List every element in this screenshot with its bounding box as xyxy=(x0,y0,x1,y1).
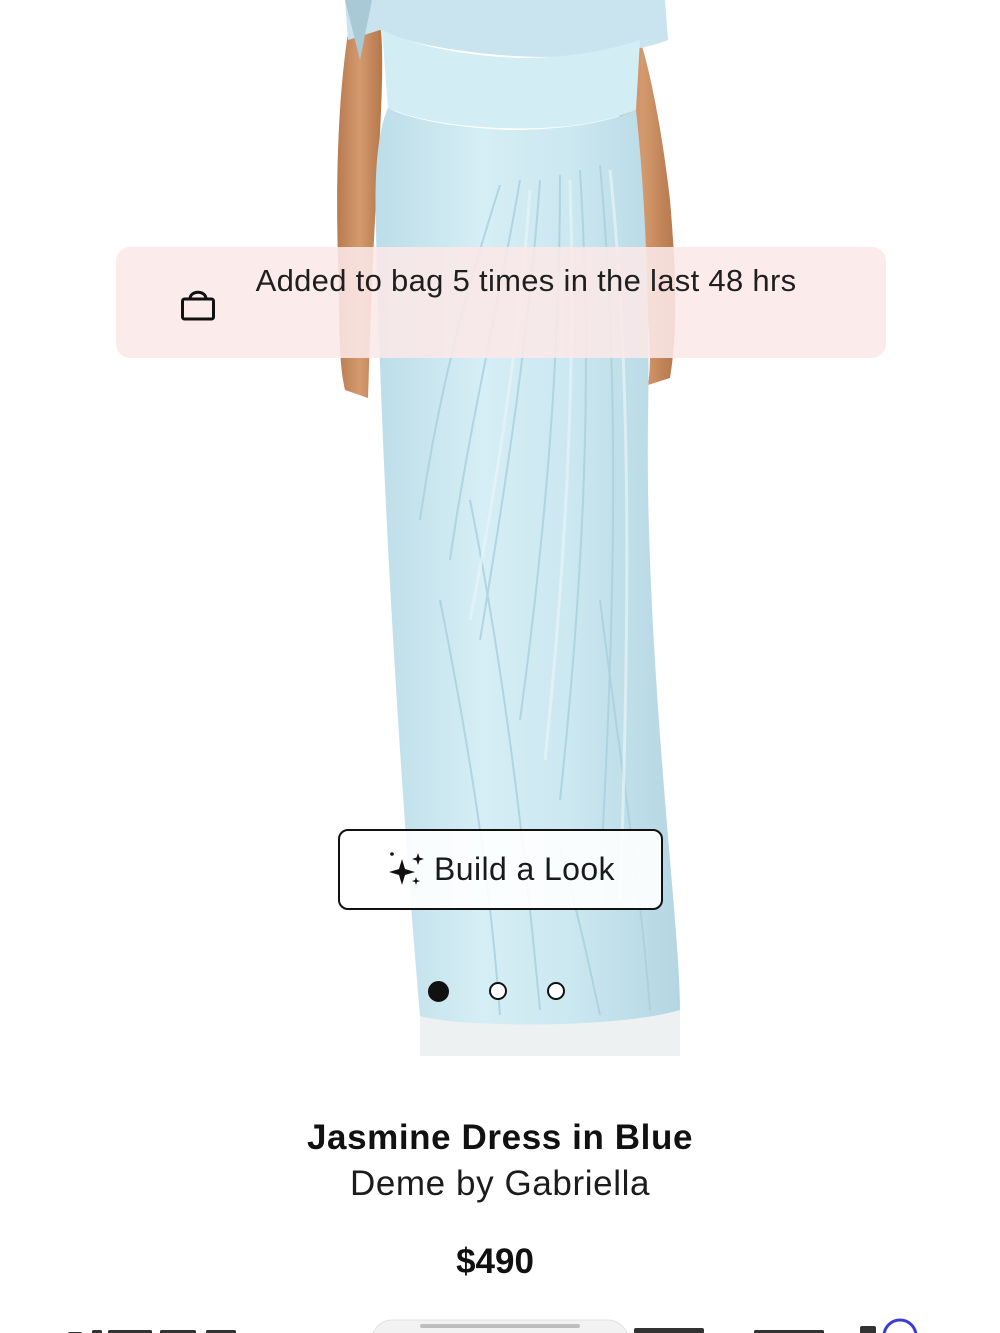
product-brand[interactable]: Deme by Gabriella xyxy=(0,1164,1000,1204)
social-proof-text: Added to bag 5 times in the last 48 hrs xyxy=(255,263,797,298)
installments-row-partial xyxy=(68,1318,918,1333)
carousel-dot-3[interactable] xyxy=(547,982,565,1000)
build-a-look-label: Build a Look xyxy=(434,851,615,887)
carousel-dot-2[interactable] xyxy=(489,982,507,1000)
product-title: Jasmine Dress in Blue xyxy=(306,1118,694,1157)
carousel-pagination xyxy=(428,981,565,1004)
product-price: $490 xyxy=(456,1242,534,1281)
build-a-look-button[interactable]: Build a Look xyxy=(338,829,663,910)
carousel-dot-1[interactable] xyxy=(428,981,449,1002)
shopping-bag-icon xyxy=(181,290,215,321)
installments-row[interactable] xyxy=(0,1314,1000,1333)
product-page: Added to bag 5 times in the last 48 hrs … xyxy=(0,0,1000,1333)
sparkles-icon xyxy=(389,851,425,885)
